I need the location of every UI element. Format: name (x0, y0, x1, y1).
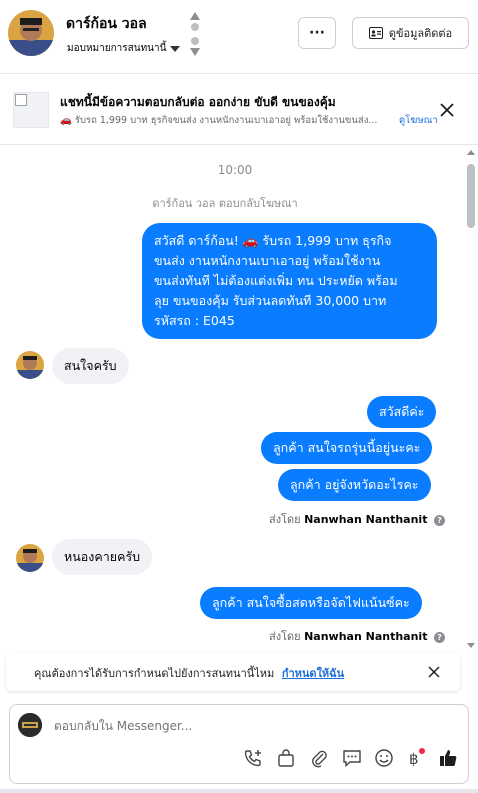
incoming-message[interactable]: สนใจครับ (52, 348, 129, 384)
view-contact-button[interactable]: ดูข้อมูลติดต่อ (352, 17, 469, 49)
incoming-message[interactable]: หนองคายครับ (52, 539, 153, 575)
message-line: รหัสรถ : E045 (154, 313, 235, 328)
caret-down-icon (170, 45, 181, 52)
contact-avatar[interactable] (8, 10, 54, 56)
phone-add-icon[interactable] (242, 747, 264, 769)
contact-avatar-small[interactable] (16, 351, 44, 379)
message-line: ขนส่ง งานหนักงานเบาเอาอยู่ พร้อมใช้งาน (154, 253, 381, 268)
outgoing-message[interactable]: ลูกค้า อยู่จังหวัดอะไรคะ (278, 469, 431, 501)
attachment-icon[interactable] (308, 747, 330, 769)
reply-input[interactable] (54, 719, 434, 733)
sent-by-prefix: ส่งโดย (269, 513, 301, 526)
info-icon[interactable]: ? (433, 631, 445, 643)
assign-label: มอบหมายการสนทนานี้ (67, 43, 167, 54)
sent-by-prefix: ส่งโดย (269, 630, 301, 643)
assign-notice: คุณต้องการได้รับการกำหนดไปยังการสนทนานี้… (6, 653, 460, 691)
ad-reply-note: ดาร์ก้อน วอล ตอบกลับโฆษณา (152, 197, 298, 210)
message-timestamp: 10:00 (217, 163, 253, 177)
scroll-up-icon[interactable] (467, 150, 475, 155)
page-avatar (18, 713, 42, 737)
saved-replies-icon[interactable] (341, 747, 363, 769)
ad-title: แชทนี้มีข้อความตอบกลับต่อ ออกง่าย ขับดี … (60, 95, 336, 109)
view-ad-link[interactable]: ดูโฆษณา (399, 113, 438, 128)
notice-text: คุณต้องการได้รับการกำหนดไปยังการสนทนานี้… (34, 664, 344, 682)
outgoing-ad-message[interactable]: สวัสดี ดาร์ก้อน! 🚗 รับรถ 1,999 บาท ธุรกิ… (142, 223, 437, 339)
notice-message: คุณต้องการได้รับการกำหนดไปยังการสนทนานี้… (34, 667, 275, 680)
thumbs-up-icon[interactable] (437, 747, 459, 769)
scroll-down-icon[interactable] (467, 643, 475, 648)
ad-subtitle: 🚗 รับรถ 1,999 บาท ธุรกิจขนส่ง งานหนักงาน… (60, 115, 378, 126)
ad-reply-banner: แชทนี้มีข้อความตอบกลับต่อ ออกง่าย ขับดี … (0, 75, 478, 145)
message-line: ลุย ขนของคุ้ม รับส่วนลดทันที 30,000 บาท (154, 293, 387, 308)
outgoing-message[interactable]: สวัสดีค่ะ (367, 396, 437, 428)
bottom-edge (0, 789, 478, 793)
emoji-icon[interactable] (373, 747, 395, 769)
message-line: สวัสดี ดาร์ก้อน! 🚗 รับรถ 1,999 บาท ธุรกิ… (154, 233, 392, 248)
outgoing-message[interactable]: ลูกค้า สนใจรถรุ่นนี้อยู่นะคะ (261, 432, 433, 464)
close-icon[interactable] (438, 101, 456, 119)
view-contact-label: ดูข้อมูลติดต่อ (388, 27, 453, 40)
payment-icon[interactable]: ฿ (404, 747, 426, 769)
ad-thumbnail (13, 92, 49, 128)
contact-name[interactable]: ดาร์ก้อน วอล (66, 13, 147, 35)
message-composer: ฿ (9, 704, 469, 784)
sender-name: Nanwhan Nanthanit (304, 513, 428, 526)
conversation-header: ดาร์ก้อน วอล มอบหมายการสนทนานี้ ··· ดูข้… (0, 0, 478, 74)
shopping-bag-icon[interactable] (275, 747, 297, 769)
svg-text:฿: ฿ (409, 750, 419, 768)
sent-by-label: ส่งโดย Nanwhan Nanthanit ? (269, 627, 445, 645)
close-icon[interactable] (428, 666, 440, 678)
more-options-button[interactable]: ··· (298, 17, 336, 49)
assign-conversation-dropdown[interactable]: มอบหมายการสนทนานี้ (67, 41, 181, 56)
contact-avatar-small[interactable] (16, 544, 44, 572)
sender-name: Nanwhan Nanthanit (304, 630, 428, 643)
conversation-nav-icon[interactable] (189, 10, 201, 58)
outgoing-message[interactable]: ลูกค้า สนใจซื้อสดหรือจัดไฟแน้นซ์คะ (200, 587, 422, 619)
sent-by-label: ส่งโดย Nanwhan Nanthanit ? (269, 510, 445, 528)
assign-to-me-link[interactable]: กำหนดให้ฉัน (282, 667, 344, 680)
info-icon[interactable]: ? (433, 514, 445, 526)
contact-card-icon (368, 27, 383, 39)
message-line: ขนส่งทันที ไม่ต้องแต่งเพิ่ม ทน ประหยัด พ… (154, 273, 398, 288)
